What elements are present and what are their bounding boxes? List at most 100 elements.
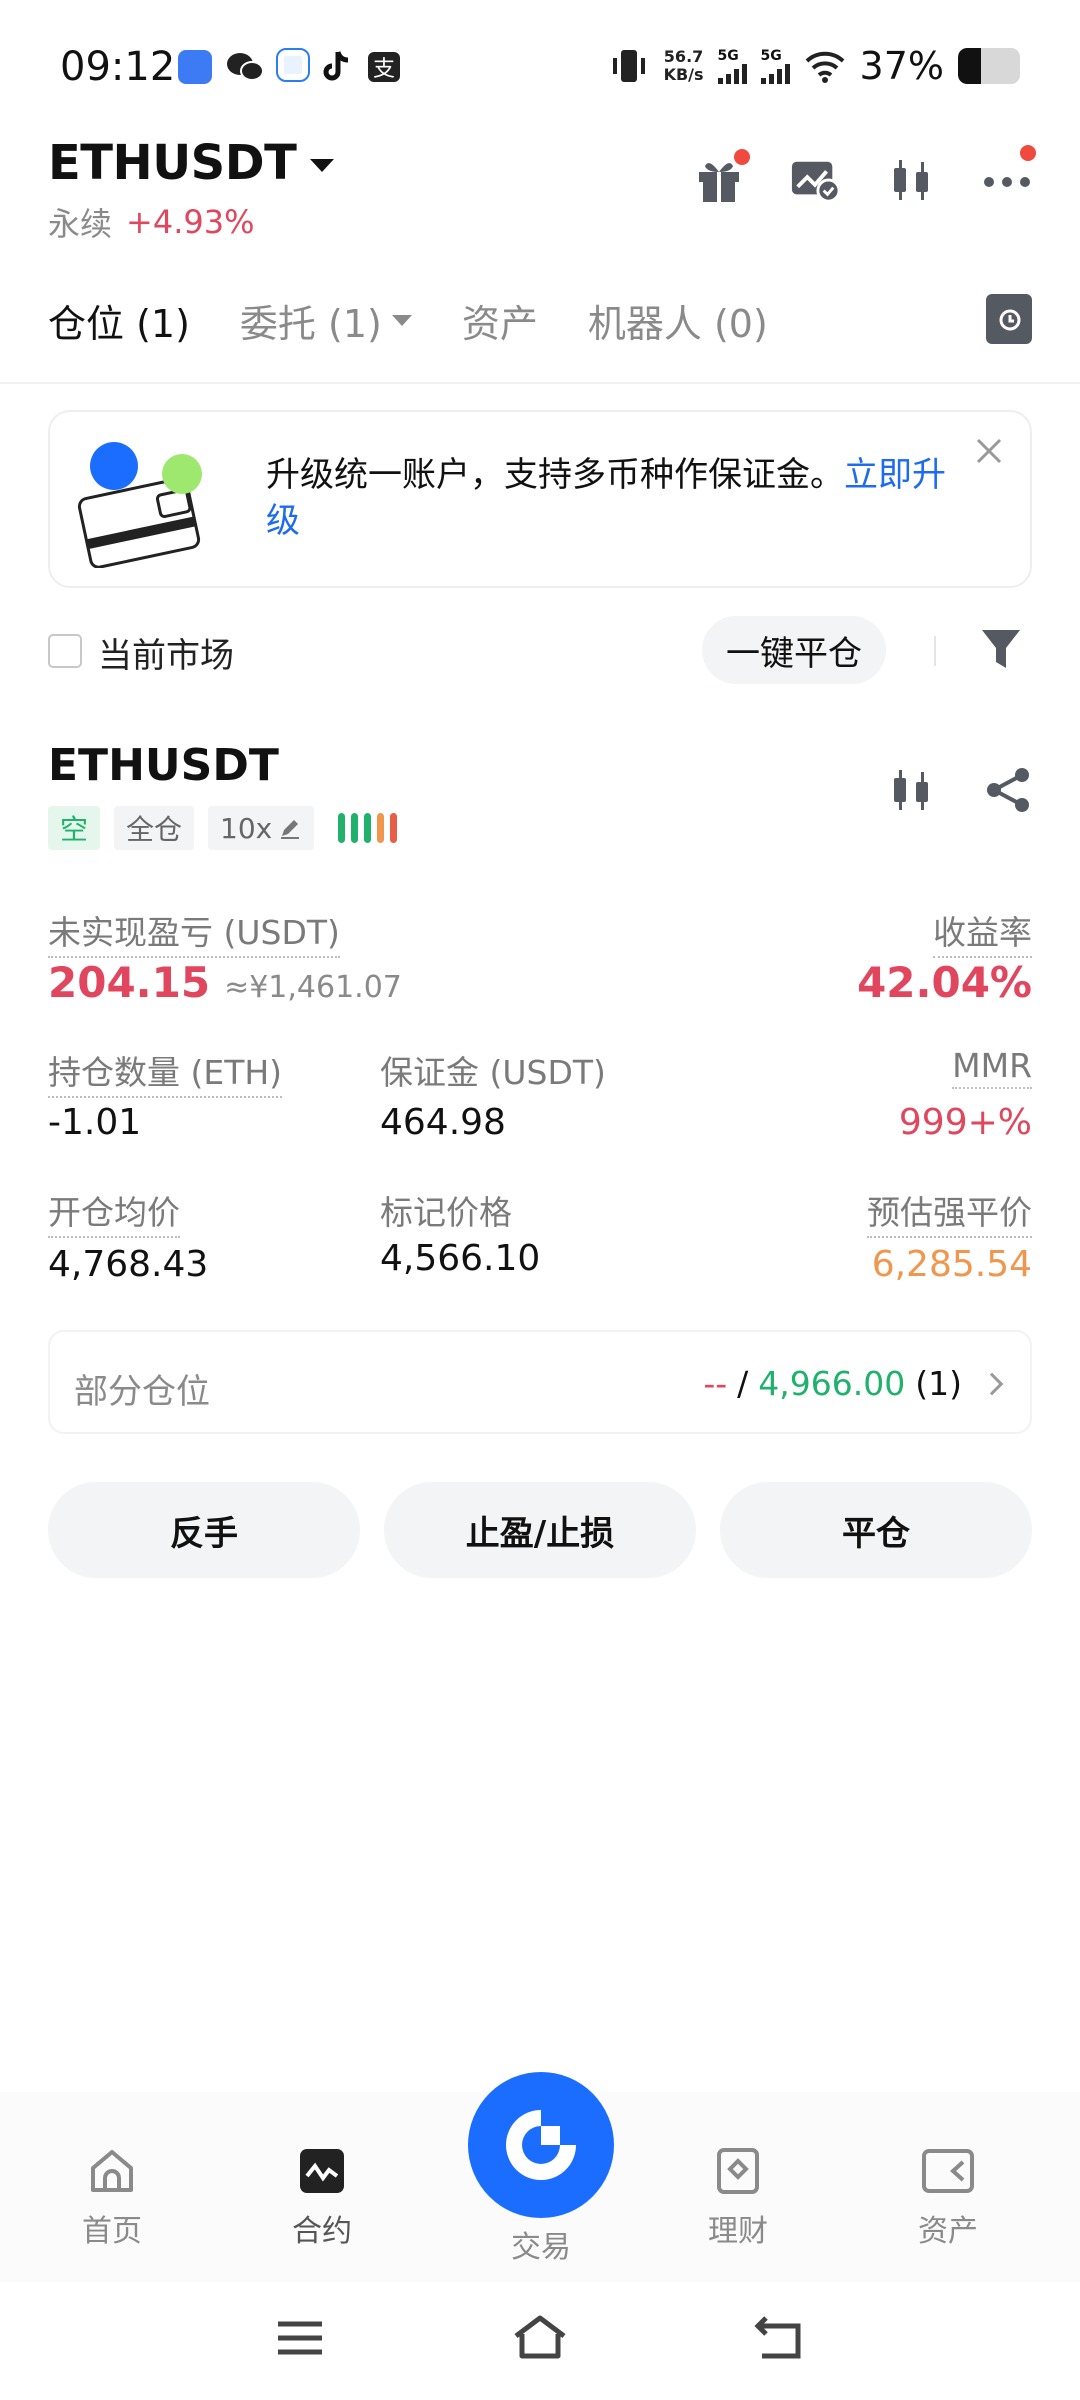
tab-positions[interactable]: 仓位 (1) xyxy=(48,293,190,348)
mmr-label[interactable]: MMR xyxy=(952,1046,1032,1089)
roe: 收益率 xyxy=(933,906,1032,958)
partial-separator: / xyxy=(737,1364,749,1403)
sim2-label: 5G xyxy=(760,48,782,64)
mmr-cell: MMR xyxy=(952,1046,1032,1089)
partial-count: (1) xyxy=(915,1364,962,1403)
home-icon xyxy=(85,2144,139,2198)
unrealized-pnl-cny: ≈¥1,461.07 xyxy=(224,970,402,1005)
gift-icon[interactable] xyxy=(694,149,750,205)
leverage-tag[interactable]: 10x xyxy=(208,806,315,850)
nav-trade-button[interactable] xyxy=(468,2072,614,2218)
unrealized-pnl: 未实现盈亏 (USDT) xyxy=(48,906,340,958)
status-bar: 09:12 支 56.7 KB/s 5G 5G 37% xyxy=(0,0,1080,130)
current-market-label[interactable]: 当前市场 xyxy=(98,628,234,677)
assets-wallet-icon xyxy=(921,2144,975,2198)
market-header: ETHUSDT 永续 +4.93% xyxy=(48,135,1036,255)
tab-positions-label: 仓位 (1) xyxy=(48,301,190,346)
system-navigation-bar xyxy=(0,2282,1080,2400)
chevron-right-icon xyxy=(980,1372,1004,1395)
position-symbol[interactable]: ETHUSDT xyxy=(48,740,279,791)
tab-orders-label: 委托 (1) xyxy=(239,301,382,346)
tab-assets[interactable]: 资产 xyxy=(462,293,538,348)
net-speed: 56.7 KB/s xyxy=(664,48,704,84)
unrealized-pnl-values: 204.15 ≈¥1,461.07 xyxy=(48,958,402,1007)
symbol-title[interactable]: ETHUSDT xyxy=(48,135,297,191)
upgrade-account-banner[interactable]: 升级统一账户，支持多币种作保证金。立即升级 xyxy=(48,410,1032,588)
alipay-icon: 支 xyxy=(368,52,400,82)
share-icon[interactable] xyxy=(984,766,1032,814)
nav-finance[interactable]: 理财 xyxy=(668,2144,808,2250)
roe-label[interactable]: 收益率 xyxy=(933,906,1032,958)
mark-price-value: 4,566.10 xyxy=(380,1238,541,1279)
close-all-button[interactable]: 一键平仓 xyxy=(702,616,886,684)
finance-icon xyxy=(711,2144,765,2198)
nav-contract-label: 合约 xyxy=(292,2214,352,2249)
candlestick-icon[interactable] xyxy=(886,155,936,205)
signal-bars-icon xyxy=(760,64,790,84)
nav-assets-label: 资产 xyxy=(918,2214,978,2249)
entry-price-label[interactable]: 开仓均价 xyxy=(48,1186,180,1238)
caret-down-icon[interactable] xyxy=(310,158,335,172)
liq-price-label[interactable]: 预估强平价 xyxy=(867,1186,1032,1238)
svg-text:支: 支 xyxy=(373,57,395,82)
nav-finance-label: 理财 xyxy=(708,2214,768,2249)
current-market-checkbox[interactable] xyxy=(48,634,82,668)
signal-sim1: 5G xyxy=(717,48,747,84)
header-actions xyxy=(694,145,1036,205)
leverage-value: 10x xyxy=(220,811,273,845)
net-speed-unit: KB/s xyxy=(663,65,704,84)
chart-check-icon[interactable] xyxy=(790,155,840,205)
home-icon[interactable] xyxy=(510,2308,570,2368)
wallet-illustration-icon xyxy=(77,442,202,568)
battery-fill xyxy=(958,48,981,84)
status-right: 56.7 KB/s 5G 5G 37% xyxy=(608,44,1020,88)
tab-orders[interactable]: 委托 (1) xyxy=(240,293,412,348)
signal-sim2: 5G xyxy=(760,48,790,84)
wifi-icon xyxy=(805,51,844,83)
nav-assets[interactable]: 资产 xyxy=(878,2144,1018,2250)
mark-price-label: 标记价格 xyxy=(380,1193,512,1232)
size-cell: 持仓数量 (ETH) xyxy=(48,1046,283,1098)
unrealized-pnl-label[interactable]: 未实现盈亏 (USDT) xyxy=(48,906,340,958)
unrealized-pnl-value: 204.15 xyxy=(48,958,211,1007)
position-tags: 空 全仓 10x xyxy=(48,806,398,850)
side-tag: 空 xyxy=(48,806,101,850)
partial-position-label: 部分仓位 xyxy=(74,1372,210,1412)
close-icon[interactable] xyxy=(974,436,1004,466)
nav-home[interactable]: 首页 xyxy=(42,2144,182,2250)
notification-dot xyxy=(734,149,750,165)
margin-mode-tag: 全仓 xyxy=(114,806,195,850)
tpsl-button[interactable]: 止盈/止损 xyxy=(384,1482,696,1578)
position-action-buttons: 反手 止盈/止损 平仓 xyxy=(48,1482,1032,1578)
caret-down-icon xyxy=(391,314,412,326)
margin-label: 保证金 (USDT) xyxy=(380,1053,606,1092)
menu-icon[interactable] xyxy=(270,2308,330,2368)
margin-value: 464.98 xyxy=(380,1102,506,1143)
roe-value: 42.04% xyxy=(857,958,1032,1007)
size-value: -1.01 xyxy=(48,1102,142,1143)
candlestick-icon[interactable] xyxy=(888,766,934,814)
partial-position-row[interactable]: 部分仓位 -- / 4,966.00 (1) xyxy=(48,1330,1032,1434)
more-icon[interactable] xyxy=(982,145,1036,205)
filter-icon[interactable] xyxy=(978,624,1024,674)
nav-contract[interactable]: 合约 xyxy=(252,2144,392,2250)
size-label[interactable]: 持仓数量 (ETH) xyxy=(48,1046,283,1098)
risk-level-bars xyxy=(338,813,398,843)
reverse-button[interactable]: 反手 xyxy=(48,1482,360,1578)
net-speed-value: 56.7 xyxy=(663,47,704,66)
partial-value: 4,966.00 xyxy=(758,1364,906,1403)
entry-price-value: 4,768.43 xyxy=(48,1244,209,1285)
history-doc-icon[interactable] xyxy=(986,294,1032,344)
nav-trade-label[interactable]: 交易 xyxy=(468,2222,614,2266)
position-tabs: 仓位 (1) 委托 (1) 资产 机器人 (0) xyxy=(48,290,1032,350)
tab-bots[interactable]: 机器人 (0) xyxy=(588,293,768,348)
close-position-button[interactable]: 平仓 xyxy=(720,1482,1032,1578)
browser-app-icon xyxy=(178,50,212,84)
vertical-divider xyxy=(934,636,936,666)
entry-price-cell: 开仓均价 xyxy=(48,1186,180,1238)
partial-dash: -- xyxy=(703,1364,728,1403)
battery-icon xyxy=(958,48,1020,84)
contract-type: 永续 xyxy=(48,205,113,243)
back-icon[interactable] xyxy=(750,2308,810,2368)
liq-price-cell: 预估强平价 xyxy=(867,1186,1032,1238)
